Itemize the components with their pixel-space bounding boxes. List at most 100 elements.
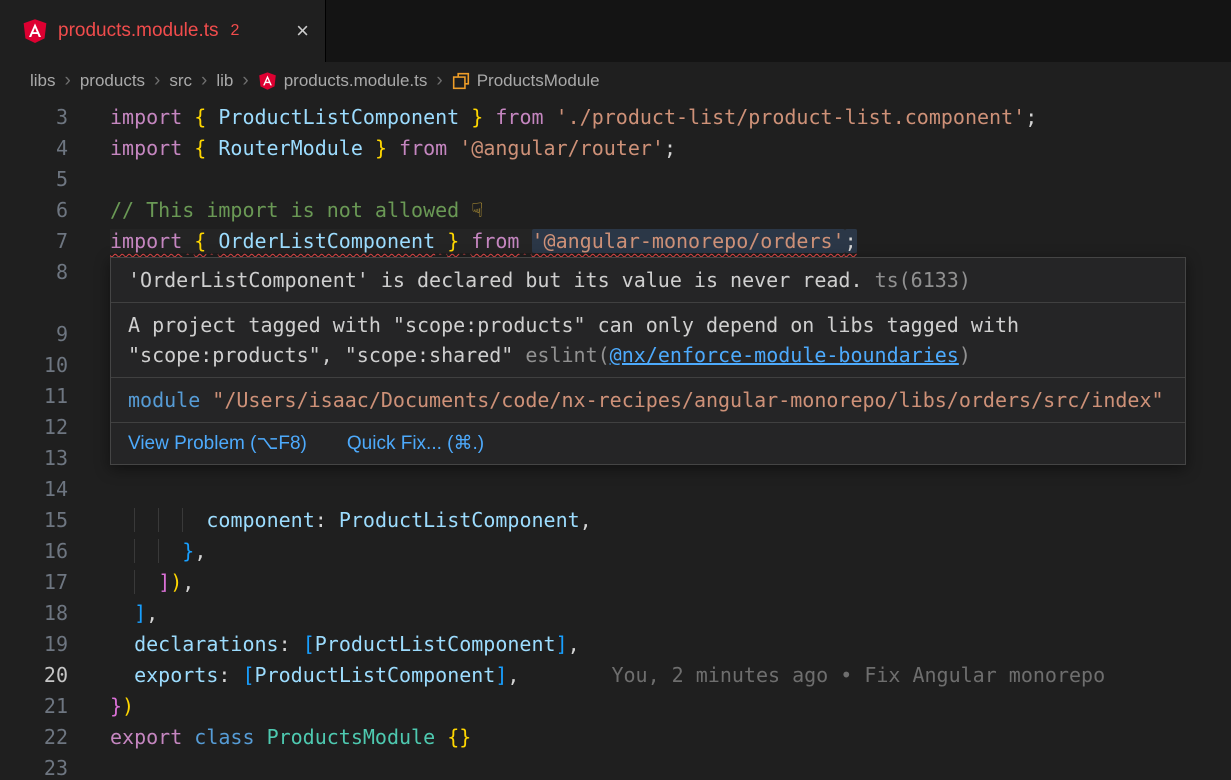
- code-token: [110, 570, 134, 594]
- code-line-4[interactable]: 4import { RouterModule } from '@angular/…: [0, 133, 1231, 164]
- code-token: }: [375, 136, 387, 160]
- code-token: [255, 725, 267, 749]
- line-number: 19: [0, 629, 68, 660]
- breadcrumb-item-libs[interactable]: libs: [30, 71, 56, 91]
- code-token: [483, 105, 495, 129]
- line-number: 8: [0, 257, 68, 319]
- code-line-7[interactable]: 7import { OrderListComponent } from '@an…: [0, 226, 1231, 257]
- eslint-rule-link[interactable]: @nx/enforce-module-boundaries: [610, 343, 959, 367]
- breadcrumb-item-lib[interactable]: lib: [216, 71, 233, 91]
- code-token: ProductListComponent: [255, 663, 496, 687]
- tab-products-module[interactable]: products.module.ts 2 ×: [0, 0, 326, 62]
- code-line-21[interactable]: 21}): [0, 691, 1231, 722]
- tab-title: products.module.ts: [58, 20, 219, 42]
- code-line-3[interactable]: 3 import { ProductListComponent } from '.…: [0, 102, 1231, 133]
- code-text: import { ProductListComponent } from './…: [110, 102, 1037, 133]
- code-token: [134, 570, 158, 594]
- line-number: 17: [0, 567, 68, 598]
- code-text: import { OrderListComponent } from '@ang…: [110, 226, 857, 257]
- code-line-23[interactable]: 23: [0, 753, 1231, 780]
- code-text: component: ProductListComponent,: [110, 505, 592, 536]
- line-number: 14: [0, 474, 68, 505]
- code-token: ]: [556, 632, 568, 656]
- code-token: }: [447, 229, 459, 253]
- code-line-19[interactable]: 19 declarations: [ProductListComponent],: [0, 629, 1231, 660]
- hover-eslint-diagnostic: A project tagged with "scope:products" c…: [111, 303, 1185, 378]
- line-number: 21: [0, 691, 68, 722]
- line-number: 23: [0, 753, 68, 780]
- line-number: 12: [0, 412, 68, 443]
- code-line-22[interactable]: 22 export class ProductsModule {}: [0, 722, 1231, 753]
- hover-module-info: module "/Users/isaac/Documents/code/nx-r…: [111, 378, 1185, 423]
- code-line-6[interactable]: 6 // This import is not allowed ☟: [0, 195, 1231, 226]
- code-token: [519, 229, 531, 253]
- code-token: ): [122, 694, 134, 718]
- code-token: [206, 136, 218, 160]
- line-number: 15: [0, 505, 68, 536]
- code-token: ]: [134, 601, 146, 625]
- breadcrumb-item-symbol[interactable]: ProductsModule: [452, 71, 600, 91]
- breadcrumb-item-src[interactable]: src: [169, 71, 192, 91]
- code-token: ;: [1025, 105, 1037, 129]
- breadcrumb: libs › products › src › lib › products.m…: [0, 62, 1231, 100]
- code-token: ,: [182, 570, 194, 594]
- code-line-20[interactable]: 20 exports: [ProductListComponent],You, …: [0, 660, 1231, 691]
- code-token: from: [471, 229, 519, 253]
- code-token: ,: [507, 663, 519, 687]
- code-token: ProductListComponent: [218, 105, 459, 129]
- git-blame-annotation: You, 2 minutes ago • Fix Angular monorep…: [611, 663, 1105, 687]
- code-line-17[interactable]: 17 ]),: [0, 567, 1231, 598]
- code-line-18[interactable]: 18 ],: [0, 598, 1231, 629]
- code-token: ,: [194, 539, 206, 563]
- view-problem-action[interactable]: View Problem (⌥F8): [128, 432, 307, 455]
- line-number: 3: [0, 102, 68, 133]
- breadcrumb-item-products[interactable]: products: [80, 71, 145, 91]
- code-token: ProductListComponent: [339, 508, 580, 532]
- code-token: }: [459, 725, 471, 749]
- code-token: import: [110, 229, 182, 253]
- code-token: import: [110, 136, 182, 160]
- code-token: [110, 539, 134, 563]
- ts-diagnostic-message: 'OrderListComponent' is declared but its…: [128, 268, 863, 292]
- quick-fix-action[interactable]: Quick Fix... (⌘.): [347, 432, 484, 455]
- code-token: [363, 136, 375, 160]
- chevron-right-icon: ›: [65, 70, 71, 92]
- code-token: '@angular/router': [459, 136, 664, 160]
- line-number: 6: [0, 195, 68, 226]
- code-text: declarations: [ProductListComponent],: [110, 629, 580, 660]
- code-token: ;: [664, 136, 676, 160]
- line-number: 18: [0, 598, 68, 629]
- code-token: {: [194, 229, 206, 253]
- code-token: [158, 508, 182, 532]
- code-token: [134, 508, 158, 532]
- code-text: // This import is not allowed ☟: [110, 195, 483, 226]
- code-token: from: [495, 105, 543, 129]
- code-token: ProductListComponent: [315, 632, 556, 656]
- code-token: [110, 663, 134, 687]
- code-text: export class ProductsModule {}: [110, 722, 471, 753]
- code-token: [291, 632, 303, 656]
- code-line-16[interactable]: 16 },: [0, 536, 1231, 567]
- code-token: }: [471, 105, 483, 129]
- code-token: ,: [580, 508, 592, 532]
- code-line-5[interactable]: 5: [0, 164, 1231, 195]
- code-token: [110, 601, 134, 625]
- code-token: './product-list/product-list.component': [556, 105, 1026, 129]
- code-text: }): [110, 691, 134, 722]
- code-token: class: [194, 725, 254, 749]
- code-token: :: [218, 663, 230, 687]
- code-token: ,: [568, 632, 580, 656]
- code-line-14[interactable]: 14: [0, 474, 1231, 505]
- hover-ts-diagnostic: 'OrderListComponent' is declared but its…: [111, 258, 1185, 303]
- line-number: 9: [0, 319, 68, 350]
- close-icon[interactable]: ×: [296, 20, 309, 42]
- code-token: [110, 508, 134, 532]
- code-token: // This import is not allowed: [110, 198, 471, 222]
- module-path: "/Users/isaac/Documents/code/nx-recipes/…: [212, 388, 1163, 412]
- code-token: [206, 229, 218, 253]
- line-number: 22: [0, 722, 68, 753]
- code-token: [387, 136, 399, 160]
- code-line-15[interactable]: 15 component: ProductListComponent,: [0, 505, 1231, 536]
- chevron-right-icon: ›: [201, 70, 207, 92]
- breadcrumb-item-file[interactable]: products.module.ts: [258, 71, 428, 91]
